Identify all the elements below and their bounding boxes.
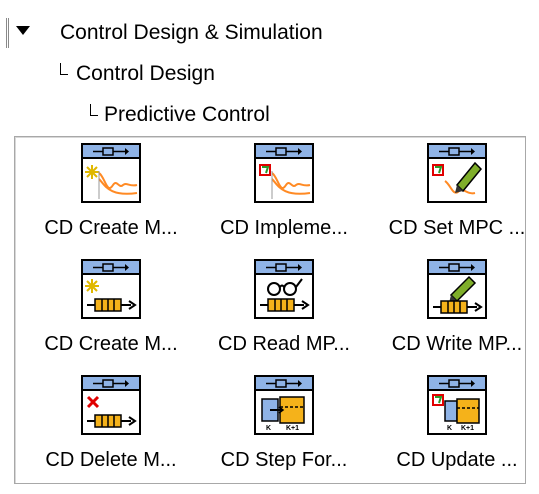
palette-item-read-mpc[interactable]: CD Read MP... xyxy=(204,253,364,365)
tree-elbow-icon xyxy=(60,63,68,75)
step-forward-icon: K K+1 xyxy=(254,375,314,435)
palette-item-step-forward[interactable]: K K+1 CD Step For... xyxy=(204,369,364,481)
breadcrumb-control-design-simulation[interactable]: Control Design & Simulation xyxy=(60,21,323,45)
breadcrumb-predictive-control[interactable]: Predictive Control xyxy=(104,103,270,127)
create-model-icon xyxy=(81,143,141,203)
set-mpc-icon xyxy=(427,143,487,203)
palette-item-label: CD Step For... xyxy=(220,449,348,471)
tree-elbow-icon xyxy=(90,104,98,116)
palette-item-set-mpc[interactable]: CD Set MPC ... xyxy=(377,137,537,249)
palette-item-implement[interactable]: CD Impleme... xyxy=(204,137,364,249)
palette-item-create-model[interactable]: CD Create M... xyxy=(31,137,191,249)
palette-item-label: CD Update ... xyxy=(396,449,518,471)
read-mpc-icon xyxy=(254,259,314,319)
palette-item-create-queue[interactable]: CD Create M... xyxy=(31,253,191,365)
create-queue-icon xyxy=(81,259,141,319)
write-mpc-icon xyxy=(427,259,487,319)
palette-item-label: CD Set MPC ... xyxy=(388,217,526,239)
palette-item-label: CD Create M... xyxy=(44,333,178,355)
breadcrumb-control-design[interactable]: Control Design xyxy=(76,62,215,86)
palette-drag-handle[interactable] xyxy=(6,18,9,48)
palette-item-label: CD Read MP... xyxy=(218,333,350,355)
palette-item-update[interactable]: K K+1 CD Update ... xyxy=(377,369,537,481)
palette-item-label: CD Impleme... xyxy=(220,217,348,239)
palette-item-label: CD Delete M... xyxy=(45,449,177,471)
svg-text:K: K xyxy=(447,425,452,432)
palette-panel: CD Create M... CD Impleme... CD Set MPC … xyxy=(14,136,526,484)
palette-item-write-mpc[interactable]: CD Write MP... xyxy=(377,253,537,365)
palette-item-label: CD Write MP... xyxy=(391,333,523,355)
implement-model-icon xyxy=(254,143,314,203)
palette-item-label: CD Create M... xyxy=(44,217,178,239)
svg-text:K: K xyxy=(266,425,271,432)
update-icon: K K+1 xyxy=(427,375,487,435)
palette-item-delete-model[interactable]: CD Delete M... xyxy=(31,369,191,481)
collapse-arrow-icon[interactable] xyxy=(16,26,30,35)
delete-model-icon xyxy=(81,375,141,435)
svg-text:K+1: K+1 xyxy=(286,425,299,432)
svg-text:K+1: K+1 xyxy=(461,425,474,432)
